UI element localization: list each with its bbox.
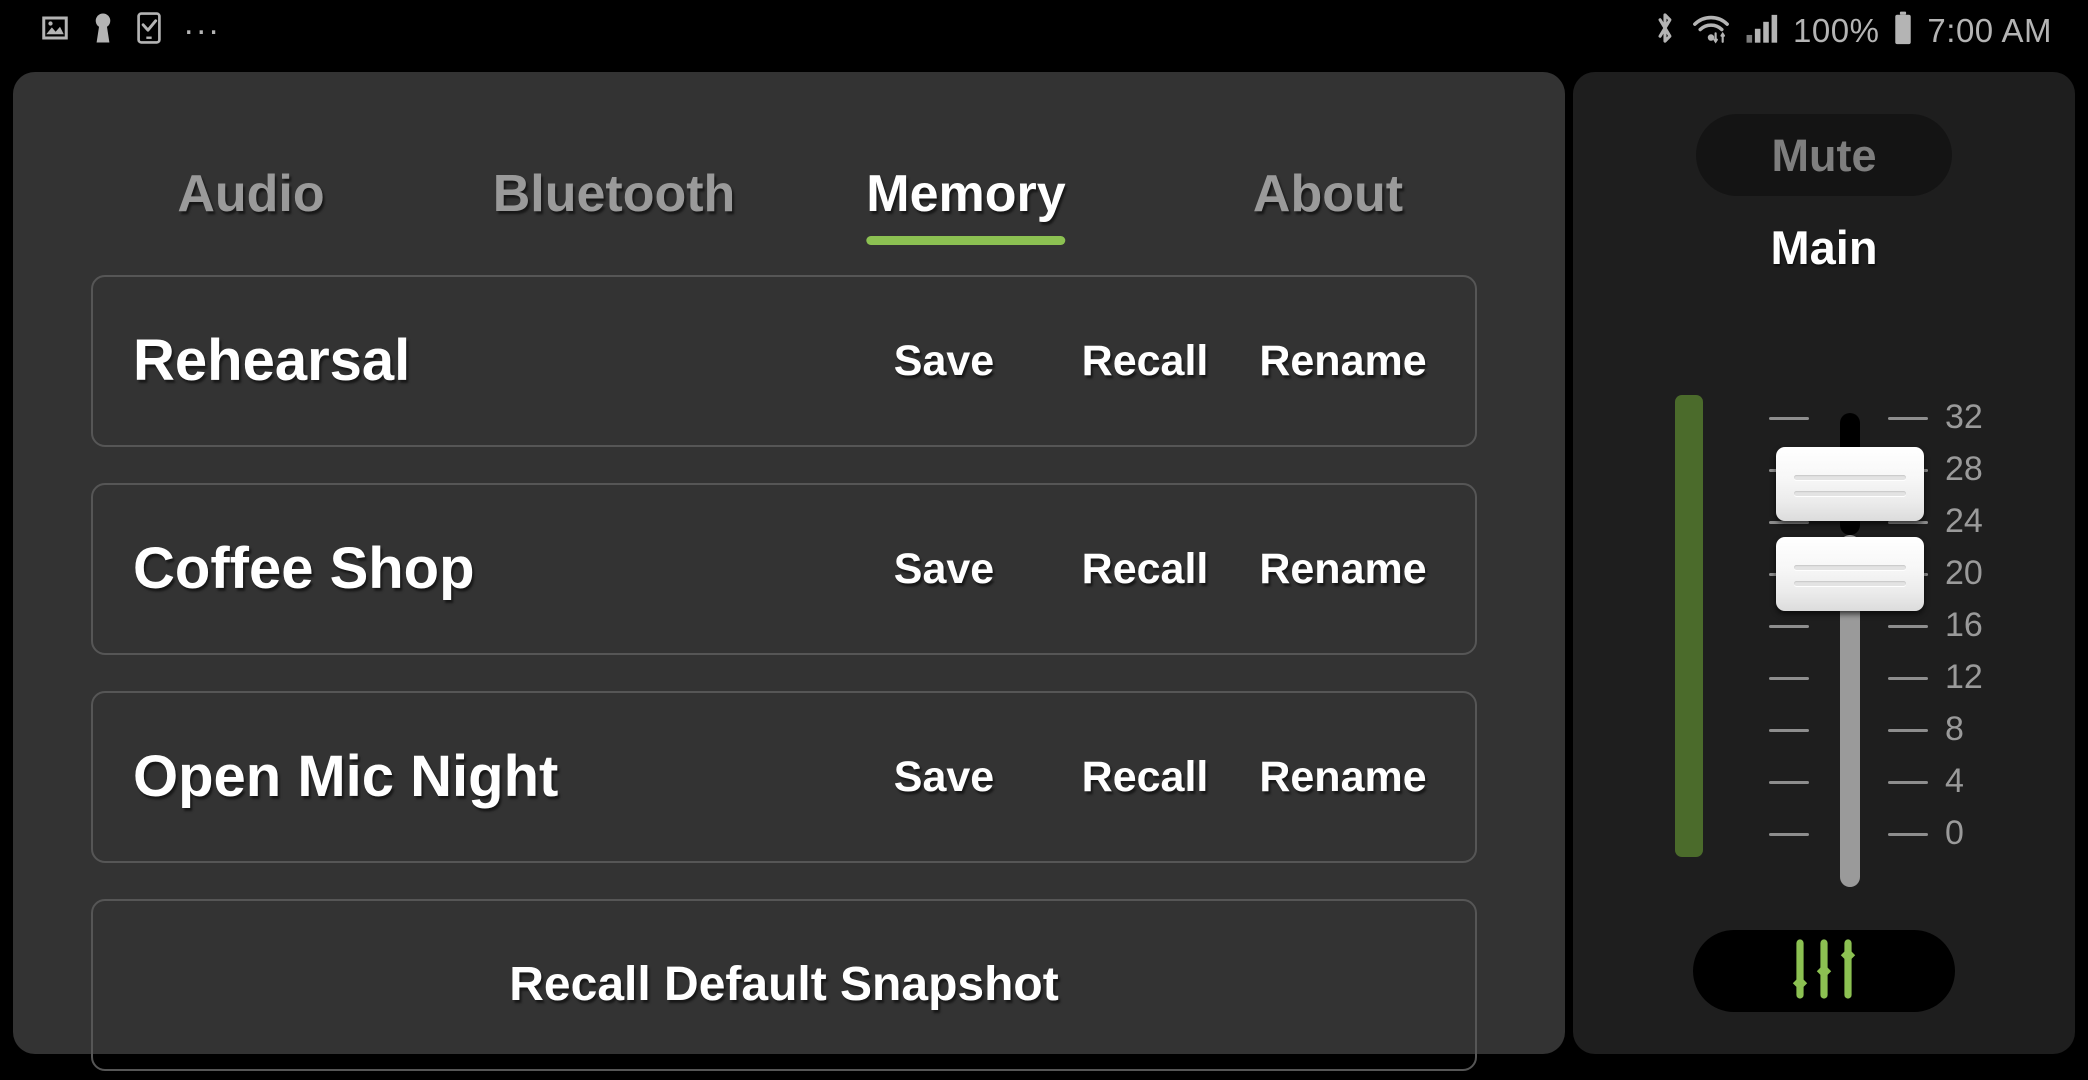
fader-scale-value: 32 xyxy=(1945,398,1983,436)
eq-settings-button[interactable] xyxy=(1693,930,1955,1012)
fader-knob[interactable] xyxy=(1776,537,1924,611)
tab-bluetooth-label: Bluetooth xyxy=(492,165,736,223)
rename-button[interactable]: Rename xyxy=(1245,755,1441,799)
table-row[interactable]: Rehearsal Save Recall Rename xyxy=(91,275,1477,447)
fader-scale-value: 28 xyxy=(1945,450,1983,488)
tab-memory[interactable]: Memory xyxy=(866,165,1066,245)
tab-audio-label: Audio xyxy=(177,165,325,223)
status-bar-right-icons: 100% 7:00 AM xyxy=(1653,0,2052,60)
recall-default-snapshot-button[interactable]: Recall Default Snapshot xyxy=(91,899,1477,1071)
tab-bar: Audio Bluetooth Memory About xyxy=(13,72,1565,245)
fader-scale: 32 28 24 20 16 12 8 4 0 xyxy=(1945,287,2035,907)
battery-icon xyxy=(1893,11,1913,50)
snapshot-actions: Save Recall Rename xyxy=(843,339,1441,383)
snapshot-list: Rehearsal Save Recall Rename Coffee Shop… xyxy=(91,275,1477,1071)
save-button[interactable]: Save xyxy=(843,755,1045,799)
status-bar-overflow[interactable]: ... xyxy=(184,6,221,40)
recall-default-snapshot-label: Recall Default Snapshot xyxy=(509,958,1059,1011)
fader-assembly: 32 28 24 20 16 12 8 4 0 xyxy=(1573,287,2075,907)
fader-scale-value: 24 xyxy=(1945,502,1983,540)
recall-button[interactable]: Recall xyxy=(1045,547,1245,591)
clock-label: 7:00 AM xyxy=(1927,11,2052,49)
save-button[interactable]: Save xyxy=(843,339,1045,383)
fader-slider[interactable] xyxy=(1769,287,1928,907)
tab-memory-underline xyxy=(866,236,1066,245)
status-bar: ... 100% 7:00 AM xyxy=(0,0,2088,60)
fader-scale-value: 20 xyxy=(1945,554,1983,592)
channel-strip-panel: Mute Main 32 28 24 20 16 12 8 4 0 xyxy=(1573,72,2075,1054)
level-meter xyxy=(1675,395,1703,857)
recall-button[interactable]: Recall xyxy=(1045,755,1245,799)
image-icon xyxy=(40,13,70,48)
tablet-check-icon xyxy=(136,11,162,49)
app-screen: ... 100% 7:00 AM Audio Bluetooth Memory … xyxy=(0,0,2088,1080)
tab-about-label: About xyxy=(1252,165,1404,223)
snapshot-name: Open Mic Night xyxy=(133,744,559,809)
snapshot-actions: Save Recall Rename xyxy=(843,755,1441,799)
tab-about[interactable]: About xyxy=(1253,168,1403,245)
status-bar-left-icons: ... xyxy=(40,0,221,60)
fader-knob-grip xyxy=(1794,491,1906,496)
fader-knob-grip xyxy=(1794,581,1906,586)
fader-scale-value: 16 xyxy=(1945,606,1983,644)
snapshot-name: Coffee Shop xyxy=(133,536,475,601)
tab-audio[interactable]: Audio xyxy=(177,168,324,245)
cellular-signal-icon xyxy=(1745,12,1779,49)
battery-percent-label: 100% xyxy=(1793,11,1880,49)
fader-knob[interactable] xyxy=(1776,447,1924,521)
fader-scale-value: 4 xyxy=(1945,762,1964,800)
bluetooth-icon xyxy=(1653,10,1677,51)
fader-knob-grip xyxy=(1794,475,1906,480)
tab-bluetooth[interactable]: Bluetooth xyxy=(493,168,736,245)
rename-button[interactable]: Rename xyxy=(1245,547,1441,591)
save-button[interactable]: Save xyxy=(843,547,1045,591)
fader-knob-grip xyxy=(1794,565,1906,570)
rename-button[interactable]: Rename xyxy=(1245,339,1441,383)
table-row[interactable]: Coffee Shop Save Recall Rename xyxy=(91,483,1477,655)
mute-button-label: Mute xyxy=(1771,129,1877,181)
tab-about-underline xyxy=(1253,236,1403,245)
tab-memory-label: Memory xyxy=(866,165,1066,223)
main-panel: Audio Bluetooth Memory About Rehearsal S… xyxy=(13,72,1565,1071)
sliders-icon xyxy=(1782,937,1866,1006)
recall-button[interactable]: Recall xyxy=(1045,339,1245,383)
wifi-icon xyxy=(1691,11,1731,50)
tab-audio-underline xyxy=(177,236,324,245)
snapshot-actions: Save Recall Rename xyxy=(843,547,1441,591)
fader-scale-value: 0 xyxy=(1945,814,1964,852)
fader-scale-value: 12 xyxy=(1945,658,1983,696)
mute-button[interactable]: Mute xyxy=(1696,114,1952,196)
snapshot-name: Rehearsal xyxy=(133,328,411,393)
key-icon xyxy=(92,12,114,49)
table-row[interactable]: Open Mic Night Save Recall Rename xyxy=(91,691,1477,863)
tab-bluetooth-underline xyxy=(493,236,736,245)
channel-name-label: Main xyxy=(1770,221,1878,274)
fader-scale-value: 8 xyxy=(1945,710,1964,748)
